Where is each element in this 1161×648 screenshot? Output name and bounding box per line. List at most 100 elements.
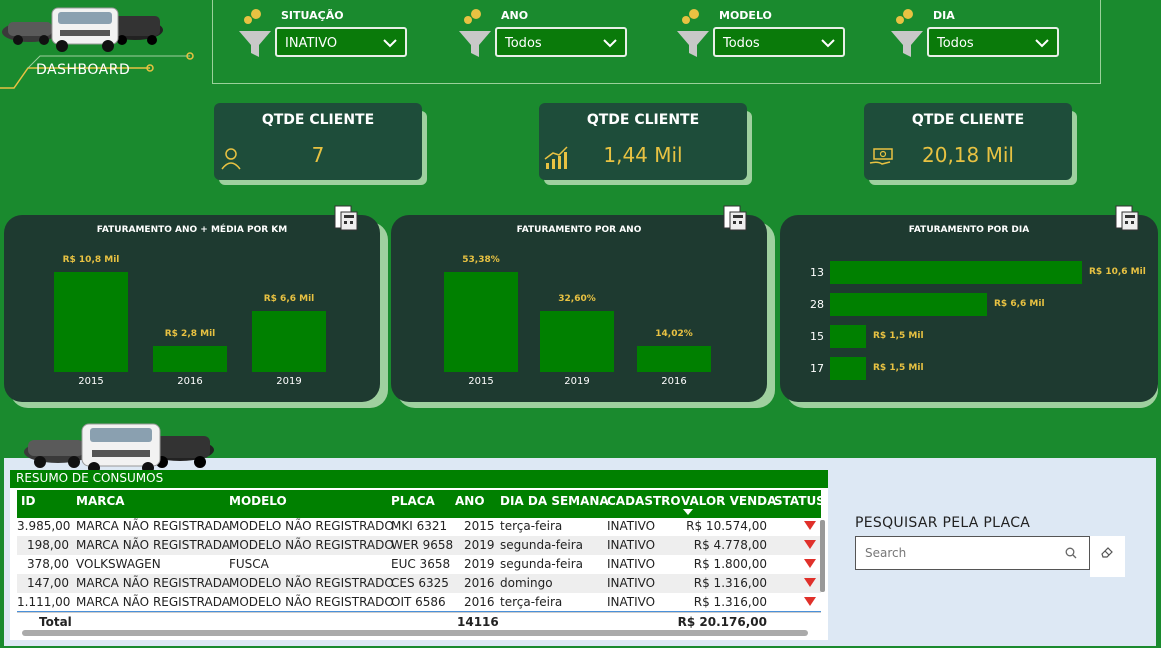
calculator-icon [334, 205, 358, 231]
cell-id: 147,00 [27, 576, 69, 590]
filter-funnel-icon [459, 9, 491, 57]
cell-id: 198,00 [27, 538, 69, 552]
kpi-value: 20,18 Mil [922, 143, 1014, 167]
data-label: R$ 10,8 Mil [62, 255, 120, 265]
dropdown-value: Todos [505, 36, 542, 51]
filter-funnel-icon [239, 9, 271, 57]
cell-modelo: MODELO NÃO REGISTRADO [229, 576, 394, 590]
cell-placa: MKI 6321 [391, 519, 448, 533]
chart-bar [540, 311, 614, 372]
cell-id: 378,00 [27, 557, 69, 571]
chart-bar [252, 311, 326, 372]
filter-funnel-icon [677, 9, 709, 57]
cell-ano: 2016 [464, 595, 495, 609]
cell-dia: terça-feira [500, 595, 563, 609]
table-row[interactable]: 147,00 MARCA NÃO REGISTRADA MODELO NÃO R… [17, 574, 821, 593]
clear-search-button[interactable] [1090, 536, 1125, 577]
chart-bar [830, 357, 866, 380]
chevron-down-icon [383, 39, 397, 48]
data-label: R$ 1,5 Mil [873, 331, 924, 341]
kpi-title: QTDE CLIENTE [911, 112, 1025, 128]
cars-image [24, 423, 214, 473]
chevron-down-icon [821, 39, 835, 48]
dashboard-label: DASHBOARD [36, 62, 131, 78]
cell-valor: R$ 4.778,00 [693, 538, 767, 552]
calculator-icon [1115, 205, 1139, 231]
chart-bar [444, 272, 518, 372]
chart-faturamento-por-dia: FATURAMENTO POR DIA 13 R$ 10,6 Mil 28 R$ 6,… [780, 215, 1158, 402]
cell-modelo: MODELO NÃO REGISTRADO [229, 519, 394, 533]
growth-chart-icon [544, 146, 568, 169]
x-tick-label: 2015 [468, 376, 494, 387]
chevron-down-icon [1035, 39, 1049, 48]
chart-title: FATURAMENTO ANO + MÉDIA POR KM [96, 225, 288, 235]
cell-modelo: MODELO NÃO REGISTRADO [229, 538, 394, 552]
x-tick-label: 2019 [276, 376, 302, 387]
column-header[interactable]: DIA DA SEMANA [500, 494, 609, 508]
filter-dia: DIA Todos [865, 5, 1065, 61]
vertical-scrollbar[interactable] [820, 520, 825, 592]
status-down-icon [804, 559, 816, 568]
chart-bar [830, 325, 866, 348]
kpi-title: QTDE CLIENTE [586, 112, 700, 128]
column-header[interactable]: VALOR VENDA [681, 494, 776, 508]
chart-bar [637, 346, 711, 372]
eraser-icon [1101, 547, 1113, 558]
kpi-card-km: QTDE CLIENTE 1,44 Mil [539, 103, 747, 180]
y-tick-label: 13 [810, 266, 824, 279]
column-header[interactable]: PLACA [391, 494, 435, 508]
table-row[interactable]: 3.985,00 MARCA NÃO REGISTRADA MODELO NÃO… [17, 517, 821, 536]
horizontal-scrollbar[interactable] [22, 630, 808, 636]
search-label: PESQUISAR PELA PLACA [855, 515, 1031, 531]
status-down-icon [804, 597, 816, 606]
y-tick-label: 28 [810, 298, 824, 311]
cell-valor: R$ 1.316,00 [693, 595, 767, 609]
dropdown-value: Todos [937, 36, 974, 51]
search-icon[interactable] [1065, 547, 1077, 559]
cell-placa: WER 9658 [391, 538, 454, 552]
table-row[interactable]: 378,00 VOLKSWAGEN FUSCA EUC 3658 2019 se… [17, 555, 821, 574]
table-row[interactable]: 1.111,00 MARCA NÃO REGISTRADA MODELO NÃO… [17, 593, 821, 612]
column-header[interactable]: ANO [455, 494, 485, 508]
y-tick-label: 15 [810, 330, 824, 343]
sort-desc-icon[interactable] [683, 509, 693, 515]
cell-valor: R$ 1.316,00 [693, 576, 767, 590]
cell-cadastro: INATIVO [607, 576, 656, 590]
table-row[interactable]: 198,00 MARCA NÃO REGISTRADA MODELO NÃO R… [17, 536, 821, 555]
kpi-card-valor: QTDE CLIENTE 20,18 Mil [864, 103, 1072, 180]
kpi-title: QTDE CLIENTE [261, 112, 375, 128]
chevron-down-icon [603, 39, 617, 48]
cell-id: 1.111,00 [17, 595, 71, 609]
data-label: R$ 1,5 Mil [873, 363, 924, 373]
situacao-dropdown[interactable]: INATIVO [275, 27, 407, 57]
table-title: RESUMO DE CONSUMOS [10, 470, 828, 488]
ano-dropdown[interactable]: Todos [495, 27, 627, 57]
cell-cadastro: INATIVO [607, 519, 656, 533]
cell-dia: segunda-feira [500, 557, 583, 571]
chart-bar [830, 293, 987, 316]
placa-search-input[interactable]: Search [855, 536, 1090, 570]
cell-placa: EUC 3658 [391, 557, 451, 571]
chart-faturamento-ano-km: FATURAMENTO ANO + MÉDIA POR KM R$ 10,8 M… [4, 215, 380, 402]
chart-bar [54, 272, 128, 372]
column-header[interactable]: MODELO [229, 494, 287, 508]
modelo-dropdown[interactable]: Todos [713, 27, 845, 57]
cell-dia: terça-feira [500, 519, 563, 533]
cell-marca: MARCA NÃO REGISTRADA [76, 576, 230, 590]
dia-dropdown[interactable]: Todos [927, 27, 1059, 57]
data-label: 14,02% [655, 329, 693, 339]
cell-placa: OIT 6586 [391, 595, 446, 609]
data-label: R$ 2,8 Mil [164, 329, 216, 339]
y-tick-label: 17 [810, 362, 824, 375]
cell-marca: MARCA NÃO REGISTRADA [76, 538, 230, 552]
status-down-icon [804, 578, 816, 587]
column-header[interactable]: CADASTRO [607, 494, 681, 508]
column-header[interactable]: ID [21, 494, 35, 508]
cell-marca: VOLKSWAGEN [76, 557, 161, 571]
cell-marca: MARCA NÃO REGISTRADA [76, 595, 230, 609]
table-header: ID MARCA MODELO PLACA ANO DIA DA SEMANA … [17, 490, 825, 518]
column-header[interactable]: STATUS [774, 494, 825, 508]
column-header[interactable]: MARCA [76, 494, 125, 508]
filter-situacao: SITUAÇÃO INATIVO [213, 5, 413, 61]
total-row: Total 14116 R$ 20.176,00 [17, 612, 821, 630]
